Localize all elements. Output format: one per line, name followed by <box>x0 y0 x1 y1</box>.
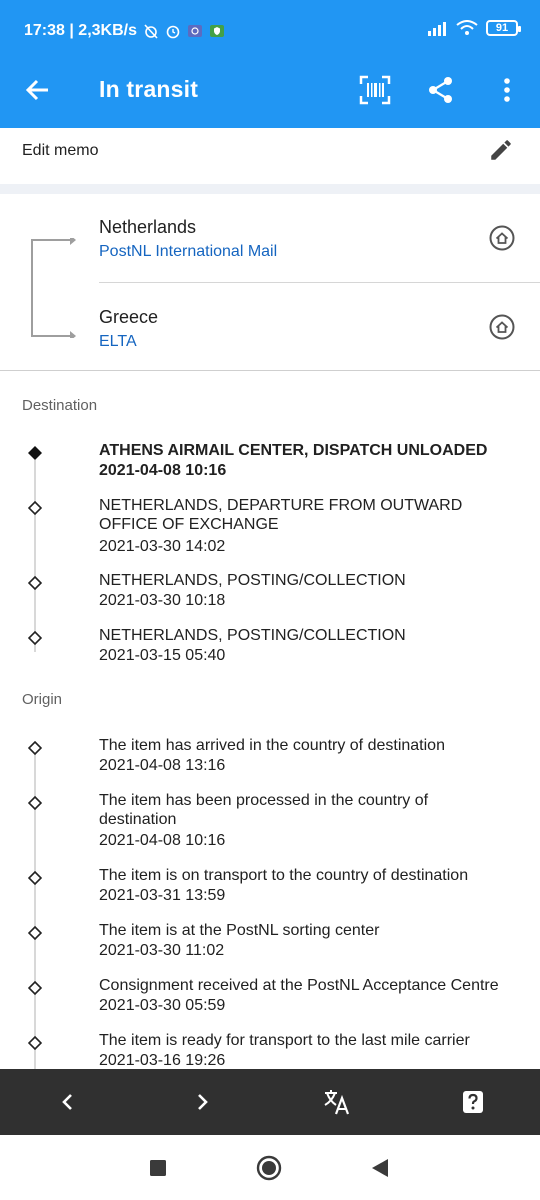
chevron-left-icon <box>62 1094 72 1110</box>
app-notification-icon <box>187 25 202 37</box>
next-button[interactable] <box>186 1086 218 1118</box>
more-vert-icon <box>504 78 510 102</box>
alarm-off-icon <box>144 24 158 39</box>
battery-indicator: 91 <box>486 20 521 36</box>
destination-country: Greece <box>99 307 159 327</box>
translate-button[interactable] <box>321 1086 353 1118</box>
event-date: 2021-03-30 11:02 <box>99 942 225 959</box>
event-date: 2021-04-08 13:16 <box>99 757 226 774</box>
share-icon <box>429 77 452 103</box>
alarm-icon <box>166 25 180 39</box>
barcode-scan-icon <box>359 75 391 105</box>
shield-app-icon <box>209 25 224 37</box>
more-options-button[interactable] <box>489 72 525 108</box>
event-date: 2021-03-16 19:26 <box>99 1052 226 1069</box>
help-icon <box>463 1091 483 1113</box>
event-date: 2021-04-08 10:16 <box>99 462 227 479</box>
origin-carrier-link[interactable]: PostNL International Mail <box>99 243 277 261</box>
diamond-outline-icon <box>28 631 42 645</box>
diamond-outline-icon <box>28 1036 42 1050</box>
diamond-outline-icon <box>28 576 42 590</box>
diamond-outline-icon <box>28 871 42 885</box>
edit-memo-label: Edit memo <box>22 142 99 159</box>
help-button[interactable] <box>457 1086 489 1118</box>
status-right: 91 <box>426 20 521 36</box>
event-description: The item is ready for transport to the l… <box>99 1032 470 1049</box>
status-left: 17:38 | 2,3KB/s <box>24 22 225 40</box>
circle-icon[interactable] <box>256 1155 282 1181</box>
event-description: Consignment received at the PostNL Accep… <box>99 977 499 994</box>
diamond-outline-icon <box>28 981 42 995</box>
memo-row[interactable]: Edit memo <box>0 128 540 184</box>
barcode-scan-button[interactable] <box>357 72 393 108</box>
system-nav-bar <box>0 1135 540 1200</box>
event-description: The item has arrived in the country of d… <box>99 737 445 754</box>
diamond-filled-icon <box>28 446 42 460</box>
event-date: 2021-03-30 14:02 <box>99 538 226 555</box>
origin-country: Netherlands <box>99 217 197 237</box>
pencil-icon[interactable] <box>488 137 514 163</box>
event-description: The item is on transport to the country … <box>99 867 469 884</box>
event-date: 2021-03-15 05:40 <box>99 647 226 664</box>
route-card: Netherlands PostNL International Mail Gr… <box>0 194 540 371</box>
translate-icon <box>324 1090 350 1115</box>
triangle-back-icon[interactable] <box>367 1155 393 1181</box>
status-time-net: 17:38 | 2,3KB/s <box>24 22 137 39</box>
event-date: 2021-03-30 10:18 <box>99 592 226 609</box>
previous-button[interactable] <box>52 1086 84 1118</box>
bottom-toolbar <box>0 1069 540 1135</box>
event-description: The item is at the PostNL sorting center <box>99 922 380 939</box>
event-description: NETHERLANDS, POSTING/COLLECTION <box>99 572 406 589</box>
route-divider <box>99 282 540 283</box>
diamond-outline-icon <box>28 501 42 515</box>
signal-icon <box>428 22 446 36</box>
section-gap <box>0 184 540 194</box>
chevron-right-icon <box>198 1094 208 1110</box>
event-description: ATHENS AIRMAIL CENTER, DISPATCH UNLOADED <box>99 442 488 459</box>
event-description: NETHERLANDS, POSTING/COLLECTION <box>99 627 406 644</box>
diamond-outline-icon <box>28 796 42 810</box>
diamond-outline-icon <box>28 926 42 940</box>
square-icon[interactable] <box>145 1155 171 1181</box>
page-title: In transit <box>99 76 199 102</box>
destination-timeline-line <box>34 460 36 652</box>
destination-section-header: Destination <box>22 397 98 414</box>
home-circle-icon[interactable] <box>488 313 516 341</box>
event-date: 2021-04-08 10:16 <box>99 832 226 849</box>
share-button[interactable] <box>423 72 459 108</box>
home-circle-icon[interactable] <box>488 224 516 252</box>
arrow-left-icon[interactable] <box>22 74 54 106</box>
wifi-icon <box>456 20 478 35</box>
event-description: The item has been processed in the count… <box>99 792 429 828</box>
diamond-outline-icon <box>28 741 42 755</box>
route-bracket-icon <box>31 238 76 338</box>
app-bar: In transit <box>0 52 540 128</box>
origin-section-header: Origin <box>22 691 63 708</box>
event-date: 2021-03-30 05:59 <box>99 997 226 1014</box>
event-description: NETHERLANDS, DEPARTURE FROM OUTWARD OFFI… <box>99 497 463 533</box>
event-date: 2021-03-31 13:59 <box>99 887 226 904</box>
status-bar: 17:38 | 2,3KB/s 91 <box>0 0 540 52</box>
destination-carrier-link[interactable]: ELTA <box>99 333 137 351</box>
